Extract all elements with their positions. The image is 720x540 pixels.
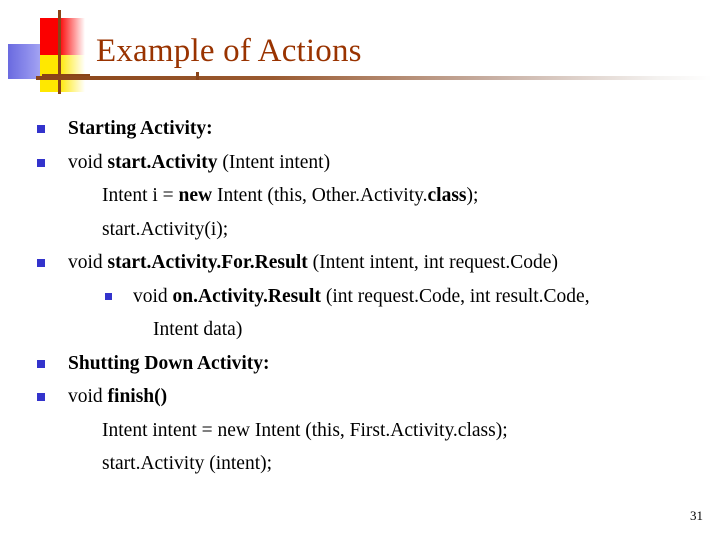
text-run: Intent intent = new Intent (this, First.… (102, 419, 508, 441)
on-activity-result-continuation: Intent data) (0, 313, 720, 347)
text-run: Intent (this, Other.Activity. (212, 185, 428, 206)
text-run: void (133, 285, 173, 307)
text-run: start.Activity.For.Result (107, 252, 308, 273)
intent-new-other-activity: Intent i = new Intent (this, Other.Activ… (0, 179, 720, 213)
starting-activity-heading: Starting Activity: (0, 112, 720, 146)
start-activity-for-result-signature: void start.Activity.For.Result (Intent i… (0, 246, 720, 280)
text-run: class (427, 185, 467, 206)
slide-body: Starting Activity: void start.Activity (I… (0, 112, 720, 481)
red-square-decoration (40, 18, 85, 55)
slide-title: Example of Actions (96, 33, 362, 69)
bullet-square-icon (37, 359, 45, 368)
text-run: void (68, 151, 108, 173)
bullet-square-icon (37, 125, 45, 133)
page-number: 31 (690, 508, 703, 523)
text-run: (Intent intent, int request.Code) (307, 252, 558, 273)
text-run: ); (466, 185, 479, 206)
text-run: void (68, 386, 108, 407)
intent-new-first-activity: Intent intent = new Intent (this, First.… (0, 414, 720, 448)
on-activity-result-signature: void on.Activity.Result (int request.Cod… (0, 280, 720, 314)
bullet-square-icon (105, 292, 112, 300)
vertical-bar-decoration (58, 10, 61, 94)
title-underline-rule (36, 76, 712, 80)
text-run: start.Activity(i); (102, 218, 229, 240)
text-run: Intent data) (153, 319, 243, 340)
start-activity-signature: void start.Activity (Intent intent) (0, 146, 720, 180)
bullet-square-icon (37, 259, 45, 267)
text-run: (Intent intent) (217, 151, 331, 173)
finish-signature: void finish() (0, 380, 720, 414)
text-run: void (68, 252, 108, 273)
shutting-down-activity-heading: Shutting Down Activity: (0, 347, 720, 381)
text-run: on.Activity.Result (172, 285, 321, 307)
bullet-square-icon (37, 158, 45, 167)
slide-canvas: Example of Actions Starting Activity: voi… (0, 0, 720, 540)
text-run: start.Activity (107, 151, 218, 173)
text-run: (int request.Code, int result.Code, (320, 285, 590, 307)
text-run: Shutting Down Activity: (68, 352, 270, 374)
text-run: Intent i = (102, 185, 179, 206)
bullet-square-icon (37, 393, 45, 401)
start-activity-call: start.Activity(i); (0, 213, 720, 247)
text-run: start.Activity (intent); (102, 453, 273, 474)
text-run: Starting Activity: (68, 118, 213, 139)
text-run: new (178, 185, 213, 206)
start-activity-intent-call: start.Activity (intent); (0, 447, 720, 481)
rule-tick-mark (196, 72, 199, 80)
text-run: finish() (107, 386, 168, 407)
